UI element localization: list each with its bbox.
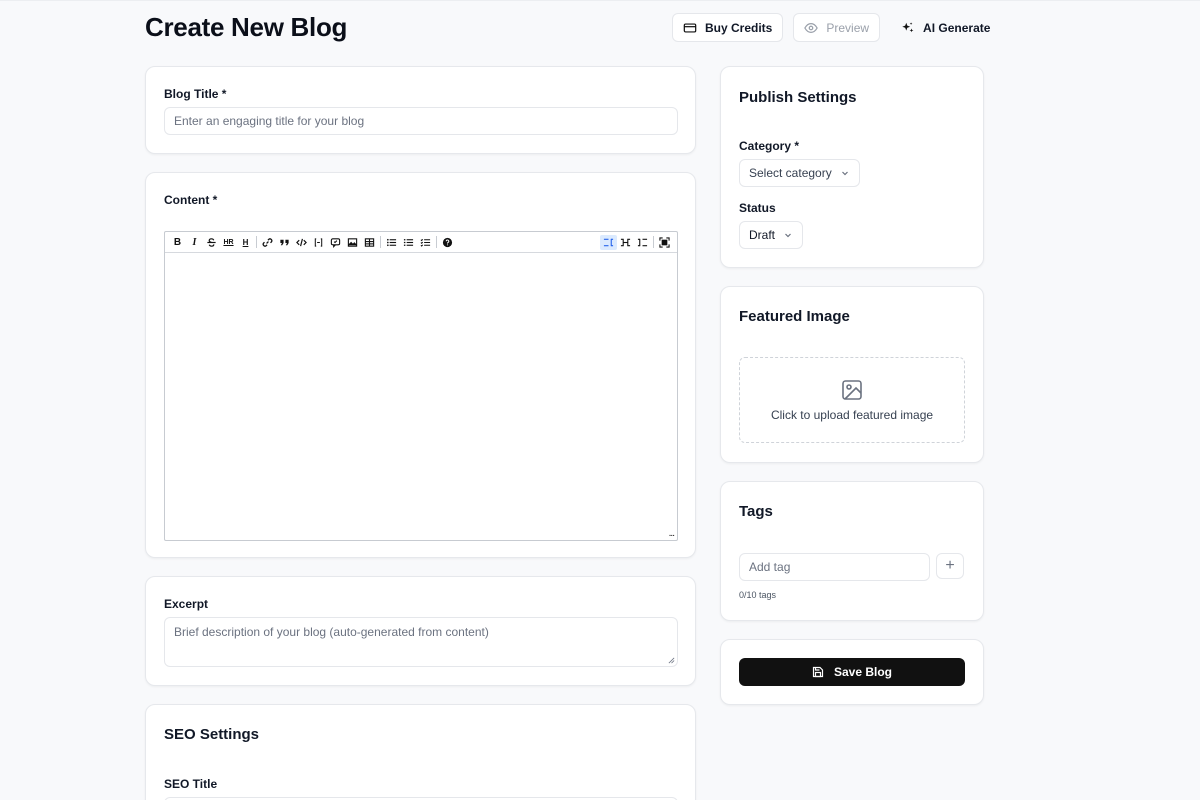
eye-icon [804, 22, 819, 33]
chevron-down-icon [841, 171, 848, 176]
editor-mode-button[interactable] [600, 234, 617, 250]
quote-icon [280, 239, 289, 245]
featured-image-dropzone[interactable]: Click to upload featured image [739, 357, 965, 443]
status-select[interactable]: Draft [739, 221, 804, 249]
link-icon [262, 237, 273, 247]
hr-icon: HR [223, 238, 234, 246]
heading-icon: H [242, 237, 249, 247]
quote-button[interactable] [276, 235, 293, 250]
excerpt-textarea[interactable] [164, 617, 678, 667]
italic-icon: I [192, 236, 197, 248]
code-block-button[interactable] [310, 235, 327, 250]
excerpt-card: Excerpt [145, 576, 696, 686]
checklist-button[interactable] [417, 235, 434, 250]
save-blog-label: Save Blog [833, 665, 893, 679]
preview-mode-icon [637, 238, 648, 246]
credit-card-icon [683, 22, 697, 33]
sparkles-icon [902, 21, 914, 32]
split-view-button[interactable] [617, 235, 634, 250]
table-icon [364, 237, 375, 247]
split-view-icon [620, 238, 631, 246]
horizontal-rule-button[interactable]: HR [220, 235, 237, 250]
save-card: Save Blog [720, 639, 984, 705]
header-actions: Buy Credits Preview AI Generate [672, 13, 1001, 42]
category-select-value: Select category [749, 166, 832, 180]
toolbar-divider [380, 236, 381, 248]
featured-image-heading: Featured Image [739, 308, 850, 325]
ai-generate-button[interactable]: AI Generate [890, 13, 1001, 42]
editor-resize-handle[interactable]: ... [669, 528, 675, 539]
status-select-value: Draft [749, 228, 776, 242]
content-card: Content * B I HR H ... [145, 172, 696, 558]
editor-toolbar: B I HR H [165, 232, 677, 253]
preview-mode-button[interactable] [634, 235, 651, 250]
toolbar-divider [436, 236, 437, 248]
link-button[interactable] [259, 235, 276, 250]
chevron-down-icon [785, 233, 791, 238]
code-block-icon [314, 237, 323, 247]
seo-settings-heading: SEO Settings [164, 726, 260, 743]
table-button[interactable] [361, 235, 378, 250]
comment-icon [330, 237, 341, 248]
heading-button[interactable]: H [237, 235, 254, 250]
code-icon [296, 238, 307, 246]
save-blog-button[interactable]: Save Blog [739, 658, 965, 686]
status-label: Status [739, 201, 776, 215]
strikethrough-button[interactable] [203, 235, 220, 250]
blog-title-input[interactable] [164, 107, 678, 135]
category-select[interactable]: Select category [739, 159, 860, 187]
numbered-list-icon [403, 238, 414, 246]
ai-generate-label: AI Generate [923, 20, 991, 35]
upload-text: Click to upload featured image [770, 408, 934, 422]
fullscreen-icon [659, 236, 670, 248]
blog-title-label: Blog Title * [164, 87, 227, 101]
fullscreen-button[interactable] [656, 235, 673, 250]
content-label: Content * [164, 193, 218, 207]
checklist-icon [420, 238, 431, 247]
unordered-list-button[interactable] [383, 235, 400, 250]
publish-settings-card: Publish Settings Category * Select categ… [720, 66, 984, 268]
help-button[interactable] [439, 235, 456, 250]
textarea-resize-icon[interactable] [668, 657, 675, 664]
buy-credits-button[interactable]: Buy Credits [672, 13, 784, 42]
preview-button[interactable]: Preview [793, 13, 881, 42]
tags-card: Tags + 0/10 tags [720, 481, 984, 621]
image-icon [347, 237, 358, 247]
help-icon [442, 237, 453, 247]
save-icon [812, 666, 824, 678]
toolbar-divider [256, 236, 257, 248]
ordered-list-button[interactable] [400, 235, 417, 250]
add-tag-input[interactable] [739, 553, 930, 581]
tags-heading: Tags [739, 503, 773, 520]
image-button[interactable] [344, 235, 361, 250]
buy-credits-label: Buy Credits [705, 20, 773, 35]
publish-settings-heading: Publish Settings [739, 89, 857, 106]
excerpt-label: Excerpt [164, 597, 209, 611]
bold-icon: B [173, 236, 182, 248]
seo-settings-card: SEO Settings SEO Title [145, 704, 696, 800]
editor-mode-icon [603, 238, 614, 246]
seo-title-label: SEO Title [164, 777, 218, 791]
add-tag-button[interactable]: + [936, 553, 964, 579]
featured-image-card: Featured Image Click to upload featured … [720, 286, 984, 463]
blog-title-card: Blog Title * [145, 66, 696, 154]
bold-button[interactable]: B [169, 235, 186, 250]
italic-button[interactable]: I [186, 235, 203, 250]
tag-count: 0/10 tags [739, 590, 777, 600]
markdown-editor[interactable]: B I HR H ... [164, 231, 678, 541]
category-label: Category * [739, 139, 800, 153]
top-border [0, 0, 1200, 1]
strikethrough-icon [207, 237, 216, 247]
code-button[interactable] [293, 235, 310, 250]
comment-button[interactable] [327, 235, 344, 250]
toolbar-divider [653, 236, 654, 248]
image-upload-icon [842, 380, 862, 400]
plus-icon: + [945, 557, 955, 574]
preview-label: Preview [826, 20, 870, 35]
page-title: Create New Blog [145, 12, 348, 42]
bullet-list-icon [387, 238, 397, 246]
